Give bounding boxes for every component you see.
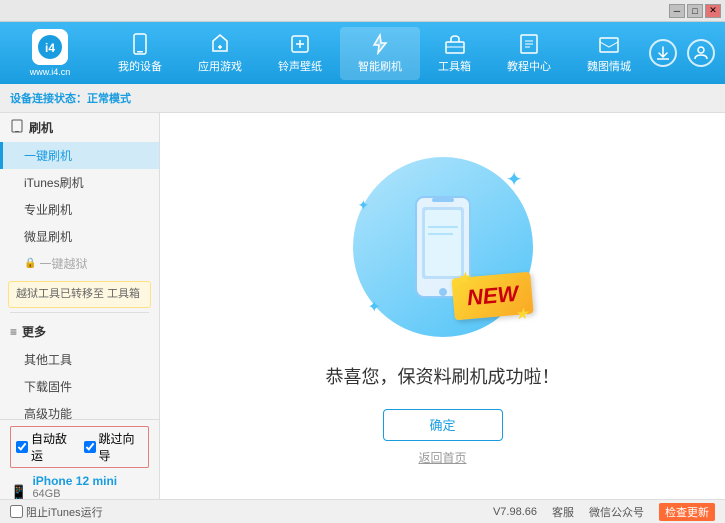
- nav-tutorial-label: 教程中心: [507, 58, 551, 74]
- maximize-button[interactable]: □: [687, 4, 703, 18]
- device-storage: 64GB: [32, 488, 117, 499]
- sidebar-item-itunes-flash[interactable]: iTunes刷机: [0, 169, 159, 196]
- skip-wizard-label: 跳过向导: [99, 430, 144, 464]
- one-key-flash-label: 一键刷机: [24, 149, 72, 163]
- main-content: NEW ✦ ✦ ✦ 恭喜您，保资料刷机成功啦！ 确定 返回首页: [160, 113, 725, 499]
- user-button[interactable]: [687, 39, 715, 67]
- title-bar: ─ □ ✕: [0, 0, 725, 22]
- nav-toolbox-label: 工具箱: [438, 58, 471, 74]
- status-right-section: V7.98.66 客服 微信公众号 检查更新: [493, 503, 715, 521]
- device-name: iPhone 12 mini: [32, 474, 117, 488]
- itunes-flash-label: iTunes刷机: [24, 176, 84, 190]
- device-details: iPhone 12 mini 64GB Down-12mini-13,1: [32, 474, 117, 499]
- status-left-section: 阻止iTunes运行: [10, 504, 493, 520]
- sidebar-item-pro-flash[interactable]: 专业刷机: [0, 196, 159, 223]
- nav-ringtone[interactable]: 铃声壁纸: [260, 27, 340, 80]
- sparkle-3: ✦: [368, 297, 381, 317]
- connection-status-bar: 设备连接状态：正常模式: [0, 84, 725, 113]
- sidebar-section-flash: 刷机: [0, 113, 159, 142]
- sidebar-item-other-tools[interactable]: 其他工具: [0, 346, 159, 373]
- nav-weitao[interactable]: 魏图情城: [569, 27, 649, 80]
- download-firmware-label: 下载固件: [24, 380, 72, 394]
- tutorial-icon: [518, 33, 540, 58]
- minimize-button[interactable]: ─: [669, 4, 685, 18]
- logo[interactable]: i4 www.i4.cn: [10, 28, 90, 78]
- nav-tutorial[interactable]: 教程中心: [489, 27, 569, 80]
- nav-my-device[interactable]: 我的设备: [100, 27, 180, 80]
- nav-smart-flash[interactable]: 智能刷机: [340, 27, 420, 80]
- ringtone-icon: [289, 33, 311, 58]
- nav-app-game[interactable]: 应用游戏: [180, 27, 260, 80]
- new-badge: NEW: [451, 271, 534, 320]
- nav-weitao-label: 魏图情城: [587, 58, 631, 74]
- sidebar-item-download-firmware[interactable]: 下载固件: [0, 373, 159, 400]
- auto-start-checkbox[interactable]: 自动敌运: [16, 430, 76, 464]
- my-device-icon: [129, 33, 151, 58]
- advanced-label: 高级功能: [24, 407, 72, 419]
- micro-flash-label: 微显刷机: [24, 230, 72, 244]
- nav-ringtone-label: 铃声壁纸: [278, 58, 322, 74]
- sidebar-section-more: ≡ 更多: [0, 317, 159, 346]
- sidebar: 刷机 一键刷机 iTunes刷机 专业刷机 微显刷机 🔒 一键越狱: [0, 113, 160, 499]
- sidebar-item-advanced[interactable]: 高级功能: [0, 400, 159, 419]
- sidebar-more-label: 更多: [22, 323, 46, 340]
- app-game-icon: [209, 33, 231, 58]
- sidebar-item-jailbreak-disabled: 🔒 一键越狱: [0, 250, 159, 277]
- skip-wizard-input[interactable]: [84, 441, 96, 453]
- weitao-icon: [598, 33, 620, 58]
- logo-subtitle: www.i4.cn: [30, 67, 71, 77]
- more-section-icon: ≡: [10, 325, 17, 339]
- device-icon: 📱: [10, 484, 27, 499]
- nav-smart-flash-label: 智能刷机: [358, 58, 402, 74]
- sidebar-item-micro-flash[interactable]: 微显刷机: [0, 223, 159, 250]
- checkbox-row: 自动敌运 跳过向导: [10, 426, 149, 468]
- svg-text:i4: i4: [45, 41, 55, 55]
- return-link[interactable]: 返回首页: [418, 449, 466, 466]
- notice-text: 越狱工具已转移至 工具箱: [16, 288, 140, 300]
- illustration: NEW ✦ ✦ ✦: [343, 147, 543, 347]
- device-row: 📱 iPhone 12 mini 64GB Down-12mini-13,1: [10, 474, 149, 499]
- itunes-block-label: 阻止iTunes运行: [26, 504, 103, 520]
- sidebar-flash-label: 刷机: [29, 119, 53, 136]
- itunes-block-input[interactable]: [10, 505, 23, 518]
- nav-app-game-label: 应用游戏: [198, 58, 242, 74]
- toolbox-icon: [444, 33, 466, 58]
- auto-start-label: 自动敌运: [31, 430, 76, 464]
- header: i4 www.i4.cn 我的设备 应用游戏: [0, 22, 725, 84]
- sparkle-2: ✦: [358, 197, 370, 214]
- nav-my-device-label: 我的设备: [118, 58, 162, 74]
- status-value: 正常模式: [87, 93, 131, 105]
- pro-flash-label: 专业刷机: [24, 203, 72, 217]
- close-button[interactable]: ✕: [705, 4, 721, 18]
- wechat-link[interactable]: 微信公众号: [589, 504, 644, 520]
- itunes-block-checkbox[interactable]: 阻止iTunes运行: [10, 504, 103, 520]
- nav-right-buttons: [649, 39, 715, 67]
- nav-toolbox[interactable]: 工具箱: [420, 27, 489, 80]
- sidebar-device-info: 自动敌运 跳过向导 📱 iPhone 12 mini 64GB Down-12m…: [0, 419, 159, 499]
- status-label: 设备连接状态：: [10, 93, 87, 105]
- confirm-button[interactable]: 确定: [383, 409, 503, 441]
- sidebar-divider: [10, 312, 149, 313]
- success-message: 恭喜您，保资料刷机成功啦！: [326, 363, 560, 389]
- notice-box: 越狱工具已转移至 工具箱: [8, 281, 151, 308]
- download-button[interactable]: [649, 39, 677, 67]
- update-link[interactable]: 检查更新: [659, 503, 715, 521]
- version-label: V7.98.66: [493, 506, 537, 518]
- nav-bar: 我的设备 应用游戏 铃声壁纸: [100, 27, 649, 80]
- service-link[interactable]: 客服: [552, 504, 574, 520]
- jailbreak-label: 一键越狱: [39, 255, 87, 272]
- sidebar-item-one-key-flash[interactable]: 一键刷机: [0, 142, 159, 169]
- lock-icon: 🔒: [24, 258, 36, 269]
- auto-start-input[interactable]: [16, 441, 28, 453]
- sparkle-1: ✦: [506, 167, 523, 192]
- flash-section-icon: [10, 119, 24, 136]
- other-tools-label: 其他工具: [24, 353, 72, 367]
- status-bottom-bar: 阻止iTunes运行 V7.98.66 客服 微信公众号 检查更新: [0, 499, 725, 523]
- smart-flash-icon: [369, 33, 391, 58]
- logo-icon: i4: [32, 29, 68, 65]
- confirm-btn-label: 确定: [429, 415, 455, 434]
- skip-wizard-checkbox[interactable]: 跳过向导: [84, 430, 144, 464]
